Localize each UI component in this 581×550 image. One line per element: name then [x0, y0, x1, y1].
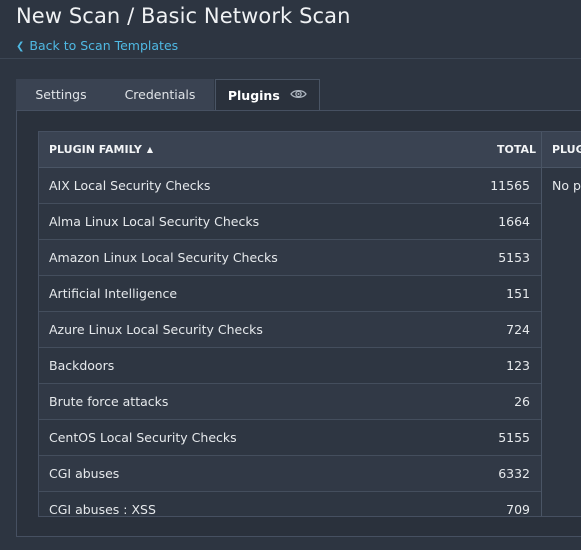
family-name: Artificial Intelligence [49, 286, 178, 301]
family-total: 1664 [498, 214, 530, 229]
column-header-label: PLUGIN FAMILY [49, 143, 142, 156]
plugin-family-table: PLUGIN FAMILY ▲ TOTAL PLUGI AIX Local Sec… [38, 131, 581, 517]
tab-credentials-label: Credentials [124, 87, 196, 102]
table-row[interactable]: Artificial Intelligence 151 [39, 276, 541, 312]
family-total: 26 [514, 394, 530, 409]
tab-plugins-label: Plugins [227, 88, 280, 103]
plugins-column [542, 168, 581, 516]
table-row[interactable]: CGI abuses : XSS 709 [39, 492, 541, 517]
eye-icon[interactable] [290, 80, 307, 111]
tab-settings-label: Settings [35, 87, 87, 102]
family-total: 123 [506, 358, 530, 373]
chevron-left-icon: ❮ [16, 41, 25, 52]
family-name: Azure Linux Local Security Checks [49, 322, 263, 337]
family-name: CentOS Local Security Checks [49, 430, 237, 445]
family-total: 151 [506, 286, 530, 301]
table-row[interactable]: Azure Linux Local Security Checks 724 [39, 312, 541, 348]
family-total: 724 [506, 322, 530, 337]
table-row[interactable]: Backdoors 123 [39, 348, 541, 384]
tab-plugins[interactable]: Plugins [215, 79, 320, 112]
column-header-plugins[interactable]: PLUGI [552, 132, 581, 168]
column-header-plugin-family[interactable]: PLUGIN FAMILY ▲ [49, 132, 153, 168]
family-total: 6332 [498, 466, 530, 481]
back-to-templates-link[interactable]: ❮ Back to Scan Templates [16, 38, 178, 53]
tab-credentials[interactable]: Credentials [106, 79, 214, 110]
family-name: CGI abuses : XSS [49, 502, 156, 517]
header-divider [0, 58, 581, 59]
table-row[interactable]: Brute force attacks 26 [39, 384, 541, 420]
table-body: AIX Local Security Checks 11565 Alma Linu… [39, 168, 541, 517]
table-row[interactable]: Alma Linux Local Security Checks 1664 [39, 204, 541, 240]
table-header: PLUGIN FAMILY ▲ TOTAL PLUGI [39, 132, 581, 168]
table-row[interactable]: Amazon Linux Local Security Checks 5153 [39, 240, 541, 276]
family-name: Brute force attacks [49, 394, 169, 409]
column-divider [541, 132, 542, 516]
family-name: CGI abuses [49, 466, 120, 481]
tab-settings[interactable]: Settings [16, 79, 106, 110]
column-header-total[interactable]: TOTAL [497, 132, 536, 168]
plugins-empty-message: No pl [552, 178, 581, 193]
family-total: 5153 [498, 250, 530, 265]
family-total: 5155 [498, 430, 530, 445]
family-name: AIX Local Security Checks [49, 178, 211, 193]
family-name: Backdoors [49, 358, 115, 373]
sort-ascending-icon: ▲ [146, 145, 153, 154]
table-row[interactable]: CGI abuses 6332 [39, 456, 541, 492]
family-name: Amazon Linux Local Security Checks [49, 250, 278, 265]
back-link-label: Back to Scan Templates [29, 38, 179, 53]
table-row[interactable]: CentOS Local Security Checks 5155 [39, 420, 541, 456]
page-title: New Scan / Basic Network Scan [16, 4, 351, 28]
family-total: 709 [506, 502, 530, 517]
family-total: 11565 [490, 178, 530, 193]
table-row[interactable]: AIX Local Security Checks 11565 [39, 168, 541, 204]
plugins-panel: PLUGIN FAMILY ▲ TOTAL PLUGI AIX Local Sec… [16, 110, 581, 537]
family-name: Alma Linux Local Security Checks [49, 214, 260, 229]
